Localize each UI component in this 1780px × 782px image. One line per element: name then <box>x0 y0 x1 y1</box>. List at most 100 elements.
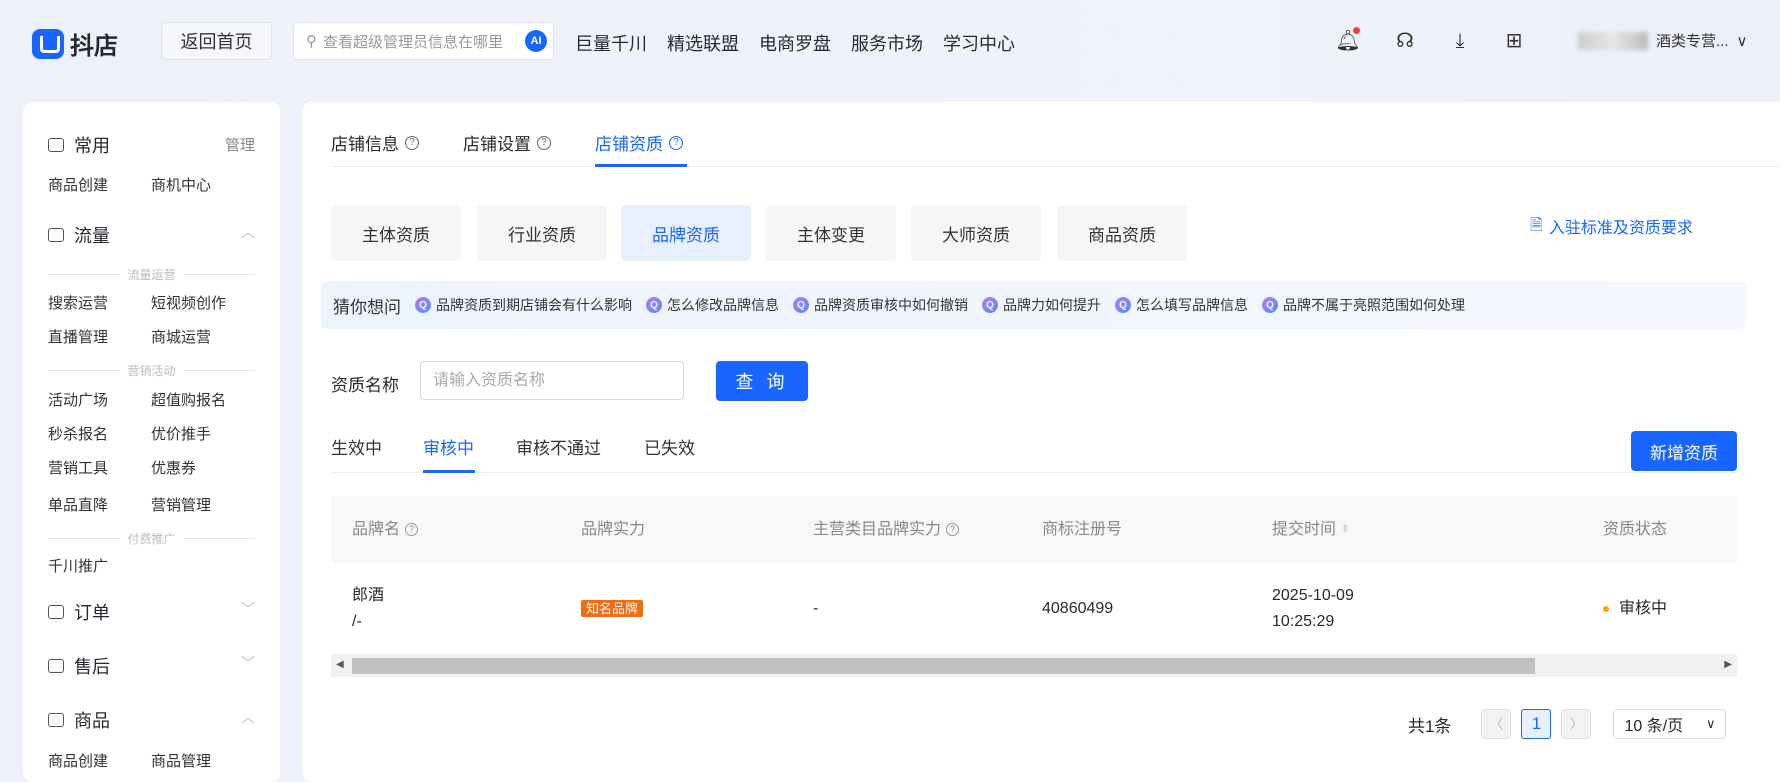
faq-item[interactable]: Q 品牌力如何提升 <box>982 295 1101 315</box>
status-tab-expired[interactable]: 已失效 <box>644 434 695 459</box>
status-tab-reviewing[interactable]: 审核中 <box>423 434 474 459</box>
sidebar-item[interactable]: 优惠券 <box>151 457 196 478</box>
sidebar-item[interactable]: 营销工具 <box>48 457 108 478</box>
group-label: 营销活动 <box>48 362 255 379</box>
sidebar-item[interactable]: 单品直降 <box>48 494 108 515</box>
download-icon[interactable]: ⤓ <box>1447 28 1473 54</box>
sidebar-item[interactable]: 秒杀报名 <box>48 423 108 444</box>
sidebar-item[interactable]: 营销管理 <box>151 494 211 515</box>
nav-lianmeng[interactable]: 精选联盟 <box>667 30 739 56</box>
folder-icon <box>48 138 64 152</box>
question-icon: Q <box>793 297 809 313</box>
page-button[interactable]: 1 <box>1521 709 1552 739</box>
subtab-entity[interactable]: 主体资质 <box>331 205 461 261</box>
tab-store-info[interactable]: 店铺信息? <box>331 130 419 155</box>
sidebar-section-goods[interactable]: 商品 <box>48 707 110 733</box>
horizontal-scrollbar[interactable]: ◀ ▶ <box>331 655 1737 677</box>
sidebar-item[interactable]: 商品创建 <box>48 174 108 195</box>
sidebar-item[interactable]: 商品创建 <box>48 750 108 771</box>
question-icon: Q <box>1262 297 1278 313</box>
group-label: 流量运营 <box>48 266 255 283</box>
sidebar-item[interactable]: 活动广场 <box>48 389 108 410</box>
sidebar-item[interactable]: 商品管理 <box>151 750 211 771</box>
gift-icon[interactable]: ⊞ <box>1501 28 1527 54</box>
faq-item[interactable]: Q 怎么修改品牌信息 <box>646 295 779 315</box>
traffic-icon <box>48 228 64 242</box>
sidebar-item[interactable]: 千川推广 <box>48 555 108 576</box>
manage-link[interactable]: 管理 <box>225 134 255 155</box>
subtab-entity-change[interactable]: 主体变更 <box>766 205 896 261</box>
faq-item[interactable]: Q 品牌不属于亮照范围如何处理 <box>1262 295 1465 315</box>
scroll-left-icon: ◀ <box>336 659 344 670</box>
sidebar-item[interactable]: 直播管理 <box>48 326 108 347</box>
sidebar-section-traffic[interactable]: 流量 <box>48 222 110 248</box>
faq-bar: 猜你想问 Q 品牌资质到期店铺会有什么影响 Q 怎么修改品牌信息 Q 品牌资质审核中如… <box>321 281 1746 329</box>
nav-luopan[interactable]: 电商罗盘 <box>759 30 831 56</box>
faq-item[interactable]: Q 品牌资质到期店铺会有什么影响 <box>415 295 632 315</box>
sidebar-section-aftersale[interactable]: 售后 <box>48 653 110 679</box>
sidebar-item[interactable]: 搜索运营 <box>48 292 108 313</box>
user-menu[interactable]: 酒类专营... ∨ <box>1578 30 1748 51</box>
pagination: 共1条 〈 1 〉 10 条/页 ∨ <box>1408 709 1727 739</box>
sidebar: 常用 管理 商品创建 商机中心 流量 ︿ 流量运营 搜索运营 短视频创作 直播管… <box>23 102 280 782</box>
sidebar-item[interactable]: 优价推手 <box>151 423 211 444</box>
document-icon: 🗎︎ <box>1530 217 1543 234</box>
logo[interactable]: 抖店 <box>32 26 118 61</box>
subtab-brand[interactable]: 品牌资质 <box>621 205 751 261</box>
nav-learning[interactable]: 学习中心 <box>943 30 1015 56</box>
chevron-up-icon[interactable]: ︿ <box>241 222 255 242</box>
logo-icon <box>32 28 64 59</box>
search-input[interactable]: ⚲ 查看超级管理员信息在哪里 AI <box>293 22 554 60</box>
home-button[interactable]: 返回首页 <box>161 22 272 60</box>
sidebar-section-common[interactable]: 常用 <box>48 132 110 158</box>
status-tab-rejected[interactable]: 审核不通过 <box>516 434 601 459</box>
nav-qianchuan[interactable]: 巨量千川 <box>575 30 647 56</box>
sidebar-item[interactable]: 商机中心 <box>151 174 211 195</box>
strength-cell: 知名品牌 <box>581 596 644 622</box>
active-tab-indicator <box>595 164 687 167</box>
faq-item[interactable]: Q 品牌资质审核中如何撤销 <box>793 295 968 315</box>
ai-icon[interactable]: AI <box>525 30 547 52</box>
tab-store-qualification[interactable]: 店铺资质? <box>595 130 683 155</box>
question-icon: Q <box>1115 297 1131 313</box>
nav-market[interactable]: 服务市场 <box>851 30 923 56</box>
main-panel: 店铺信息? 店铺设置? 店铺资质? 主体资质 行业资质 品牌资质 主体变更 大师… <box>302 102 1780 782</box>
next-page-button[interactable]: 〉 <box>1561 709 1592 739</box>
prev-page-button[interactable]: 〈 <box>1481 709 1512 739</box>
help-icon: ? <box>405 135 419 150</box>
chevron-down-icon[interactable]: ﹀ <box>241 599 255 619</box>
subtab-goods[interactable]: 商品资质 <box>1057 205 1187 261</box>
active-status-indicator <box>423 470 475 473</box>
group-label: 付费推广 <box>48 530 255 547</box>
chevron-down-icon[interactable]: ﹀ <box>241 653 255 673</box>
help-icon: ? <box>405 523 419 536</box>
scrollbar-thumb[interactable] <box>352 658 1535 674</box>
subtab-industry[interactable]: 行业资质 <box>477 205 607 261</box>
add-qualification-button[interactable]: 新增资质 <box>1631 431 1737 471</box>
status-tab-active[interactable]: 生效中 <box>331 434 382 459</box>
faq-item[interactable]: Q 怎么填写品牌信息 <box>1115 295 1248 315</box>
question-icon: Q <box>982 297 998 313</box>
service-icon[interactable]: ☊ <box>1392 28 1418 54</box>
chevron-down-icon: ∨ <box>1705 716 1716 731</box>
sidebar-section-order[interactable]: 订单 <box>48 599 110 625</box>
qualification-name-input[interactable] <box>420 361 684 400</box>
chevron-up-icon[interactable]: ︿ <box>241 707 255 727</box>
search-icon: ⚲ <box>306 33 317 50</box>
sidebar-item[interactable]: 短视频创作 <box>151 292 226 313</box>
query-button[interactable]: 查 询 <box>716 361 808 401</box>
status-dot <box>1603 605 1609 612</box>
sidebar-item[interactable]: 超值购报名 <box>151 389 226 410</box>
sidebar-item[interactable]: 商城运营 <box>151 326 211 347</box>
page-size-select[interactable]: 10 条/页 ∨ <box>1613 709 1727 739</box>
aftersale-icon <box>48 659 64 673</box>
notification-dot <box>1353 27 1360 34</box>
subtab-master[interactable]: 大师资质 <box>911 205 1041 261</box>
bell-icon[interactable]: 🔔︎ <box>1335 27 1361 54</box>
help-icon: ? <box>669 135 683 150</box>
tab-store-settings[interactable]: 店铺设置? <box>463 130 551 155</box>
qualification-name-label: 资质名称 <box>331 376 399 395</box>
requirements-link[interactable]: 🗎︎ 入驻标准及资质要求 <box>1530 214 1693 241</box>
column-submit-time[interactable]: 提交时间 ⇕ <box>1272 496 1349 563</box>
total-count: 共1条 <box>1408 716 1452 736</box>
